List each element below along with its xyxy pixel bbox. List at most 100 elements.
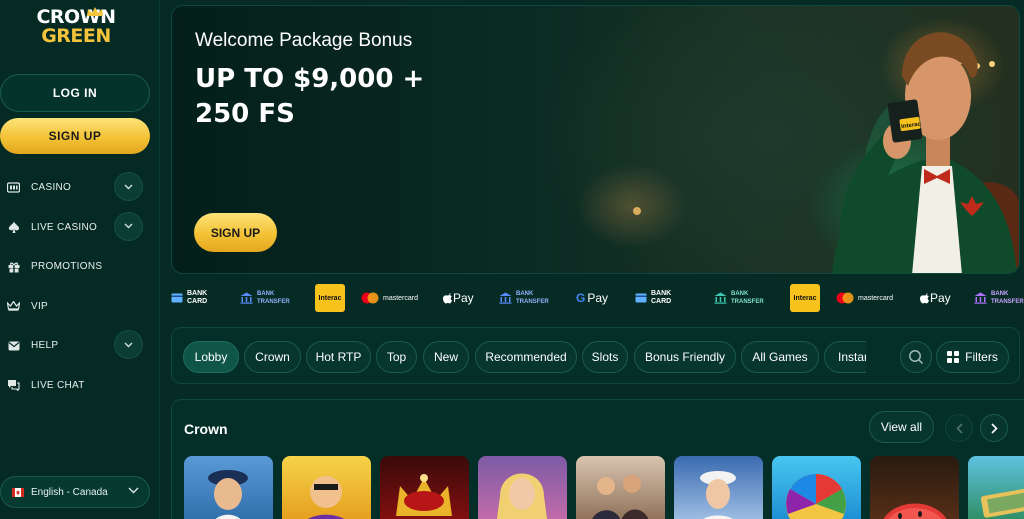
tab-all-games[interactable]: All Games [741, 341, 819, 373]
chevron-down-icon[interactable] [114, 330, 143, 359]
sidebar-item-label: HELP [31, 340, 59, 352]
signup-button[interactable]: SIGN UP [0, 118, 150, 154]
login-button[interactable]: LOG IN [0, 74, 150, 112]
game-tile[interactable] [478, 456, 567, 519]
game-tile[interactable] [576, 456, 665, 519]
chevron-down-icon[interactable] [114, 211, 143, 241]
view-all-button[interactable]: View all [869, 411, 934, 443]
mail-icon [7, 339, 20, 352]
bank-transfer-line1: BANK [731, 291, 749, 297]
sidebar-item-label: LIVE CHAT [31, 379, 85, 391]
chevron-right-icon [990, 422, 998, 434]
payment-bank-transfer: BANK TRANSFER [240, 282, 290, 314]
language-label: English - Canada [31, 486, 108, 498]
hero-subtitle: Welcome Package Bonus [195, 30, 413, 51]
bank-transfer-line1: BANK [257, 291, 275, 297]
spade-icon [7, 221, 20, 234]
logo-crown-icon [87, 7, 103, 16]
bank-transfer-line1: BANK [991, 291, 1009, 297]
bank-card-line2: CARD [187, 298, 208, 305]
mastercard-icon [361, 292, 379, 304]
game-tile[interactable] [968, 456, 1024, 519]
interac-logo: Interac [315, 284, 345, 312]
category-bar: Lobby Crown Hot RTP Top New Recommended … [171, 327, 1020, 384]
hero-signup-button[interactable]: SIGN UP [194, 213, 277, 252]
apple-pay-label: Pay [453, 291, 474, 305]
payment-google-pay: G Pay [576, 282, 608, 314]
bank-card-line2: CARD [651, 298, 672, 305]
carousel-next-button[interactable] [980, 414, 1008, 442]
crown-games-section: Crown View all [171, 399, 1024, 519]
payment-mastercard: mastercard [836, 282, 893, 314]
mastercard-icon [836, 292, 854, 304]
language-selector[interactable]: English - Canada [0, 476, 150, 508]
bank-card-icon [635, 293, 647, 303]
payment-interac: Interac [315, 282, 345, 314]
bank-card-line1: BANK [187, 290, 208, 297]
carousel-prev-button[interactable] [945, 414, 973, 442]
sidebar-item-promotions[interactable]: PROMOTIONS [0, 247, 160, 287]
payment-bank-card: BANK CARD [171, 282, 207, 314]
grid-icon [947, 351, 960, 363]
chevron-down-icon[interactable] [114, 172, 143, 201]
section-title: Crown [184, 421, 228, 437]
chat-icon [7, 379, 20, 392]
sidebar-item-label: PROMOTIONS [31, 261, 103, 273]
tab-recommended[interactable]: Recommended [475, 341, 577, 373]
sidebar-item-label: CASINO [31, 182, 72, 194]
game-tile[interactable] [772, 456, 861, 519]
tab-instant[interactable]: Instant [824, 341, 866, 373]
filters-button[interactable]: Filters [936, 341, 1009, 373]
game-carousel [184, 456, 1024, 519]
game-tile[interactable] [380, 456, 469, 519]
payment-bank-transfer: BANK TRANSFER [974, 282, 1024, 314]
gift-icon [7, 260, 20, 273]
bank-transfer-line2: TRANSFER [516, 299, 549, 305]
tab-top[interactable]: Top [376, 341, 417, 373]
bank-building-icon [714, 292, 727, 304]
sidebar-item-live-casino[interactable]: LIVE CASINO [0, 208, 160, 248]
game-tile[interactable] [282, 456, 371, 519]
payment-interac: Interac [790, 282, 820, 314]
chevron-left-icon [955, 422, 963, 434]
tab-lobby[interactable]: Lobby [183, 341, 239, 373]
sidebar: CROWN GREEN LOG IN SIGN UP CASINO LIVE C… [0, 0, 160, 519]
hero-illustration: Interac [633, 32, 1019, 273]
tab-slots[interactable]: Slots [582, 341, 628, 373]
chevron-down-icon [128, 487, 139, 494]
apple-icon [920, 292, 929, 303]
sidebar-item-help[interactable]: HELP [0, 326, 160, 366]
google-pay-label: Pay [587, 291, 609, 305]
interac-logo: Interac [790, 284, 820, 312]
bank-building-icon [240, 292, 253, 304]
payment-bank-transfer: BANK TRANSFER [714, 282, 764, 314]
bank-transfer-line1: BANK [516, 291, 534, 297]
tab-crown[interactable]: Crown [244, 341, 301, 373]
payment-bank-transfer: BANK TRANSFER [499, 282, 549, 314]
search-button[interactable] [900, 341, 932, 373]
crown-icon [7, 300, 20, 313]
sidebar-item-casino[interactable]: CASINO [0, 168, 160, 208]
apple-pay-label: Pay [930, 291, 951, 305]
casino-icon [7, 181, 20, 194]
canada-flag-icon [12, 487, 24, 497]
bank-building-icon [974, 292, 987, 304]
payment-bank-card: BANK CARD [635, 282, 671, 314]
tab-hot-rtp[interactable]: Hot RTP [306, 341, 371, 373]
tab-bonus-friendly[interactable]: Bonus Friendly [634, 341, 736, 373]
google-g-icon: G [576, 291, 586, 305]
crown-green-logo[interactable]: CROWN GREEN [26, 7, 126, 50]
sidebar-item-live-chat[interactable]: LIVE CHAT [0, 366, 160, 406]
game-tile[interactable] [870, 456, 959, 519]
category-tabs: Lobby Crown Hot RTP Top New Recommended … [172, 328, 866, 385]
game-tile[interactable] [674, 456, 763, 519]
bank-transfer-line2: TRANSFER [731, 299, 764, 305]
game-tile[interactable] [184, 456, 273, 519]
tab-new[interactable]: New [423, 341, 469, 373]
filters-label: Filters [965, 350, 998, 364]
search-icon [909, 350, 924, 365]
sidebar-item-label: VIP [31, 300, 49, 312]
sidebar-item-vip[interactable]: VIP [0, 287, 160, 327]
apple-icon [443, 292, 452, 303]
payment-methods-strip: BANK CARD BANK TRANSFER Interac mastercard… [171, 282, 1024, 314]
